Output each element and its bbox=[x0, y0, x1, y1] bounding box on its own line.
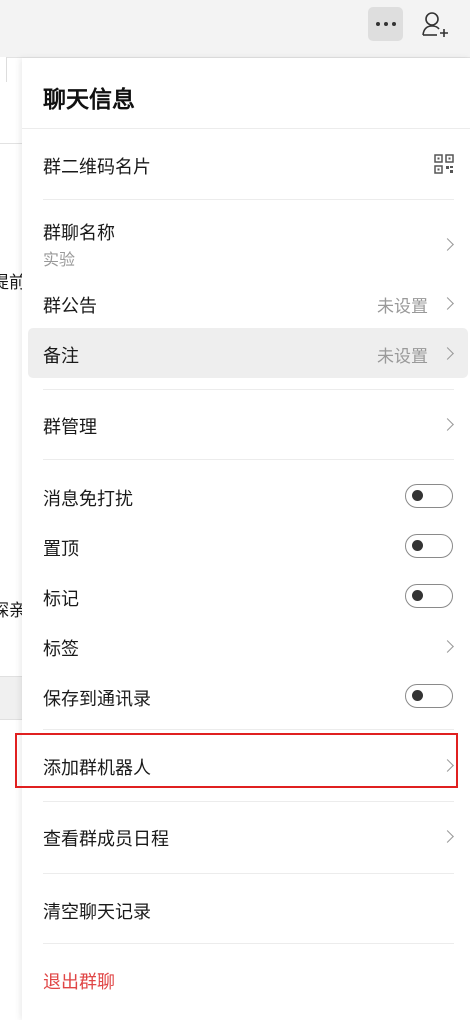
chevron-right-icon bbox=[441, 830, 454, 843]
background-chat-area bbox=[0, 58, 22, 1020]
exit-group-row[interactable]: 退出群聊 bbox=[22, 956, 470, 1001]
qr-code-row[interactable]: 群二维码名片 bbox=[22, 141, 470, 186]
background-divider bbox=[0, 143, 22, 144]
highlight-box bbox=[15, 733, 458, 788]
clear-history-row[interactable]: 清空聊天记录 bbox=[22, 886, 470, 931]
mute-row: 消息免打扰 bbox=[22, 473, 470, 518]
chevron-right-icon bbox=[441, 297, 454, 310]
remark-row[interactable]: 备注 未设置 bbox=[22, 328, 470, 378]
qr-code-icon[interactable] bbox=[434, 154, 454, 174]
add-member-button[interactable] bbox=[420, 8, 450, 40]
mute-toggle[interactable] bbox=[405, 484, 453, 508]
tags-row[interactable]: 标签 bbox=[22, 623, 470, 668]
qr-code-label: 群二维码名片 bbox=[43, 157, 151, 178]
divider bbox=[43, 459, 454, 460]
pin-toggle[interactable] bbox=[405, 534, 453, 558]
announcement-row[interactable]: 群公告 未设置 bbox=[22, 280, 470, 325]
remark-label: 备注 bbox=[43, 346, 79, 367]
divider bbox=[22, 128, 470, 129]
group-name-row[interactable]: 群聊名称 实验 bbox=[22, 213, 470, 273]
chevron-right-icon bbox=[441, 347, 454, 360]
clear-history-label: 清空聊天记录 bbox=[43, 902, 151, 923]
divider bbox=[43, 729, 454, 730]
mark-toggle[interactable] bbox=[405, 584, 453, 608]
background-message-fragment: 探亲 bbox=[0, 601, 22, 621]
more-icon bbox=[375, 22, 380, 26]
exit-group-label: 退出群聊 bbox=[43, 972, 115, 993]
save-contacts-toggle[interactable] bbox=[405, 684, 453, 708]
group-manage-label: 群管理 bbox=[43, 417, 97, 438]
divider bbox=[43, 199, 454, 200]
background-chat-input-band bbox=[0, 676, 22, 720]
announcement-value: 未设置 bbox=[377, 297, 428, 317]
member-schedule-row[interactable]: 查看群成员日程 bbox=[22, 813, 470, 858]
save-contacts-label: 保存到通讯录 bbox=[43, 689, 151, 710]
save-contacts-row: 保存到通讯录 bbox=[22, 673, 470, 718]
group-name-value: 实验 bbox=[43, 250, 76, 269]
announcement-label: 群公告 bbox=[43, 296, 97, 317]
panel-title: 聊天信息 bbox=[43, 87, 135, 113]
member-schedule-label: 查看群成员日程 bbox=[43, 829, 169, 850]
mark-row: 标记 bbox=[22, 573, 470, 618]
chevron-right-icon bbox=[441, 418, 454, 431]
chevron-right-icon bbox=[441, 640, 454, 653]
pin-label: 置顶 bbox=[43, 539, 79, 560]
add-member-icon bbox=[422, 12, 448, 37]
group-manage-row[interactable]: 群管理 bbox=[22, 403, 470, 448]
more-button[interactable] bbox=[368, 7, 403, 41]
divider bbox=[43, 801, 454, 802]
tags-label: 标签 bbox=[43, 639, 79, 660]
background-chat-edge bbox=[0, 57, 7, 82]
top-toolbar bbox=[0, 0, 470, 58]
group-name-label: 群聊名称 bbox=[43, 223, 115, 244]
chevron-right-icon bbox=[441, 238, 454, 251]
divider bbox=[43, 873, 454, 874]
mark-label: 标记 bbox=[43, 589, 79, 610]
divider bbox=[43, 943, 454, 944]
pin-row: 置顶 bbox=[22, 523, 470, 568]
remark-value: 未设置 bbox=[377, 347, 428, 367]
divider bbox=[43, 389, 454, 390]
chat-info-panel: 聊天信息 群二维码名片 群聊名称 实验 群公告 未设置 备注 未设置 群管理 消… bbox=[15, 58, 470, 1020]
background-message-fragment: 提前 bbox=[0, 273, 22, 293]
mute-label: 消息免打扰 bbox=[43, 489, 133, 510]
